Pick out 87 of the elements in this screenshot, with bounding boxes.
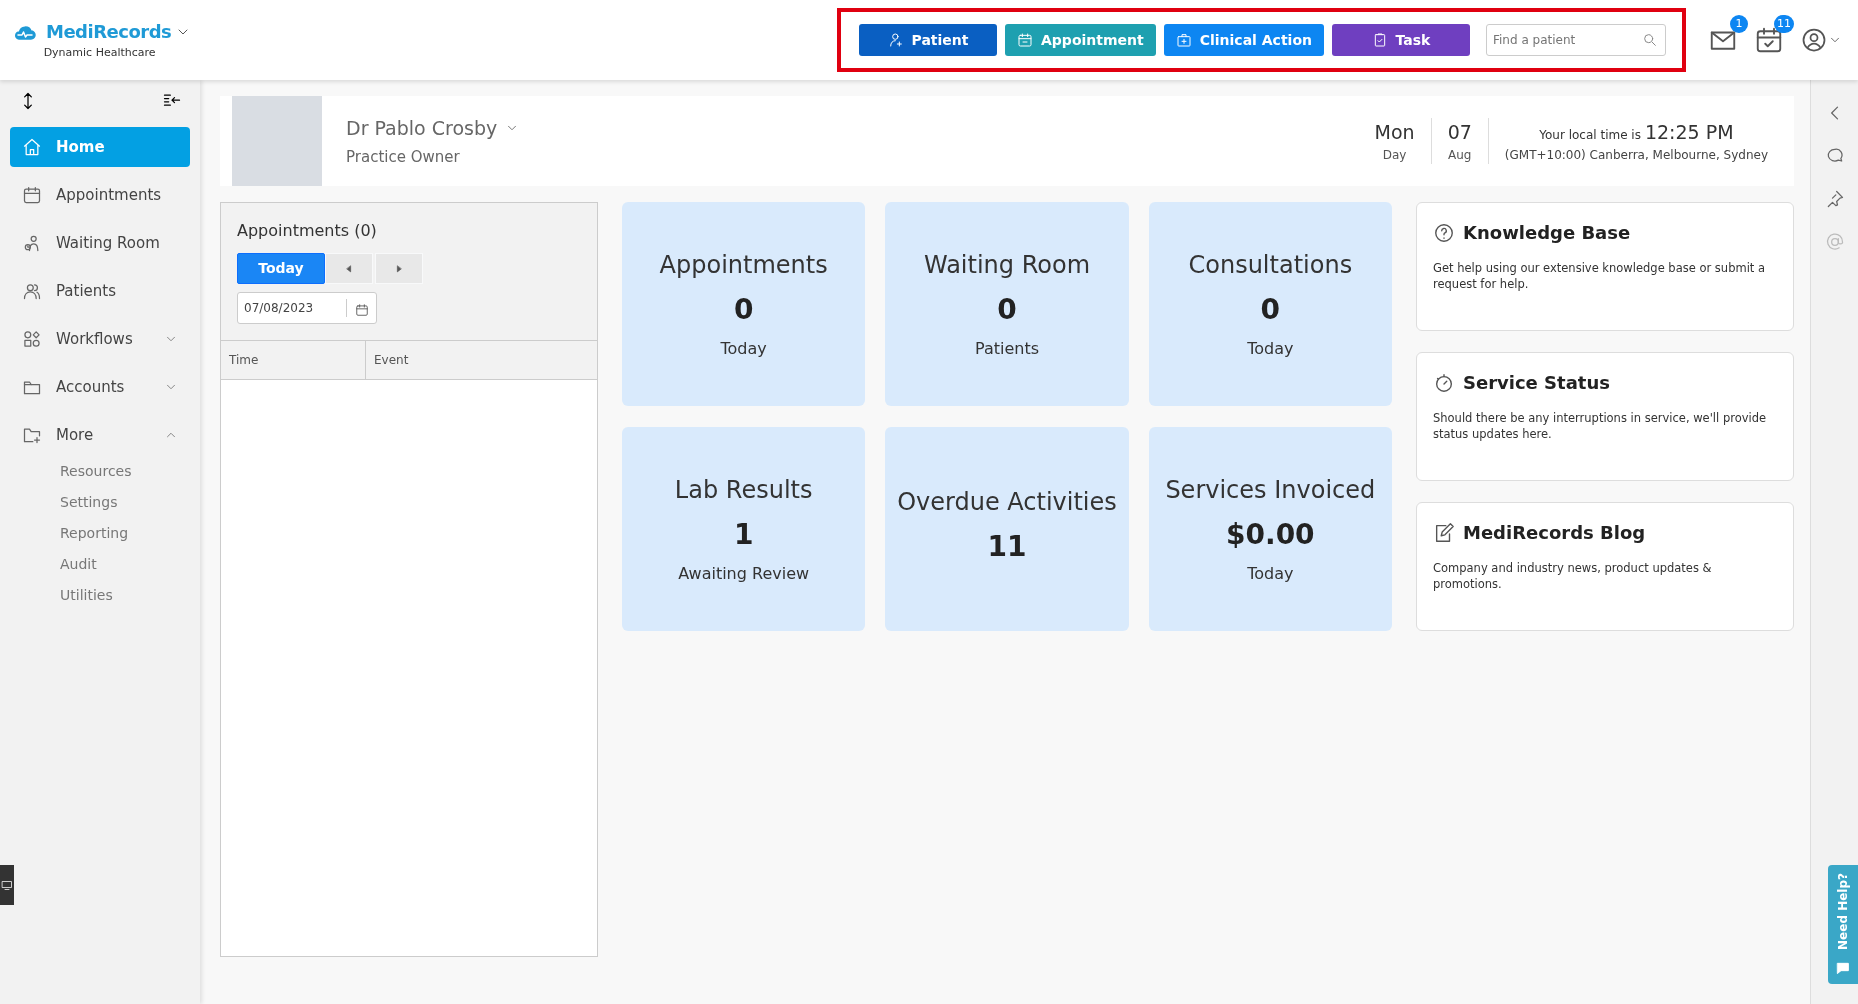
stat-card[interactable]: Overdue Activities 11 bbox=[885, 427, 1129, 631]
date-field[interactable]: 07/08/2023 bbox=[237, 292, 377, 324]
stat-value: 1 bbox=[733, 517, 754, 553]
sidebar-subitem[interactable]: Settings bbox=[10, 488, 118, 517]
note-pencil-icon bbox=[1433, 521, 1455, 544]
card-title: Knowledge Base bbox=[1463, 221, 1631, 245]
card-title: MediRecords Blog bbox=[1463, 521, 1646, 545]
info-card[interactable]: MediRecords Blog Company and industry news, product updates & promotions. bbox=[1416, 502, 1794, 631]
stat-title: Overdue Activities bbox=[897, 487, 1117, 518]
person-plus-icon bbox=[887, 32, 904, 48]
stat-card[interactable]: Consultations 0 Today bbox=[1148, 202, 1392, 406]
date-label: Aug bbox=[1447, 147, 1472, 165]
home-icon bbox=[22, 137, 42, 157]
stat-value: $0.00 bbox=[1226, 517, 1315, 553]
stat-value: 0 bbox=[1260, 292, 1281, 328]
sidebar-item[interactable]: Waiting Room bbox=[10, 223, 190, 263]
stat-title: Services Invoiced bbox=[1165, 475, 1376, 506]
new-task-button[interactable]: Task bbox=[1332, 24, 1470, 56]
side-panel-tab[interactable] bbox=[0, 865, 14, 905]
card-text: Get help using our extensive knowledge base or submit a request for help. bbox=[1433, 260, 1767, 293]
calendar-check-icon bbox=[1754, 25, 1784, 55]
stat-caption: Today bbox=[1247, 338, 1294, 360]
column-header: Event bbox=[373, 352, 410, 369]
sidebar-subitem[interactable]: Resources bbox=[10, 457, 132, 486]
stat-caption: Today bbox=[720, 338, 767, 360]
profile-name-dropdown[interactable]: Dr Pablo Crosby bbox=[346, 113, 520, 142]
sidebar-item[interactable]: Accounts bbox=[10, 367, 190, 407]
panel-title: Appointments (0) bbox=[237, 220, 378, 242]
triangle-right-icon bbox=[394, 264, 404, 274]
card-text: Company and industry news, product updates & promotions. bbox=[1433, 560, 1713, 593]
sidebar-item[interactable]: More bbox=[10, 415, 190, 455]
stat-title: Lab Results bbox=[674, 475, 813, 506]
time-label: Your local time is bbox=[1539, 126, 1641, 144]
sidebar-subitem[interactable]: Reporting bbox=[10, 519, 129, 548]
sidebar-item[interactable]: Patients bbox=[10, 271, 190, 311]
brand-tagline: Dynamic Healthcare bbox=[43, 45, 156, 62]
question-circle-icon bbox=[1433, 221, 1455, 244]
stat-card[interactable]: Appointments 0 Today bbox=[622, 202, 866, 406]
people-icon bbox=[22, 281, 42, 301]
search-field[interactable]: Find a patient bbox=[1486, 24, 1666, 56]
new-patient-button[interactable]: Patient bbox=[859, 24, 997, 56]
column-header: Time bbox=[221, 341, 366, 379]
count-badge: 1 bbox=[1730, 15, 1748, 33]
count-badge: 11 bbox=[1774, 15, 1794, 33]
new-clinical-button[interactable]: Clinical Action bbox=[1163, 24, 1324, 56]
gauge-icon bbox=[1433, 371, 1455, 394]
chat-icon bbox=[1835, 960, 1851, 976]
at-sign-icon bbox=[1824, 232, 1845, 252]
monitor-icon bbox=[1, 879, 13, 891]
stat-title: Consultations bbox=[1188, 250, 1353, 281]
calendar-icon bbox=[355, 303, 369, 317]
profile-role: Practice Owner bbox=[346, 147, 461, 168]
user-menu-button[interactable] bbox=[1800, 26, 1842, 54]
today-button[interactable]: Today bbox=[237, 253, 325, 284]
sidebar-subitem[interactable]: Utilities bbox=[10, 581, 113, 610]
stat-caption: Awaiting Review bbox=[678, 563, 810, 585]
tasks-button[interactable] bbox=[1754, 25, 1784, 55]
triangle-left-icon bbox=[344, 264, 354, 274]
stat-title: Appointments bbox=[659, 250, 828, 281]
card-text: Should there be any interruptions in service, we'll provide status updates here. bbox=[1433, 410, 1768, 443]
date-value: 07 bbox=[1447, 119, 1472, 145]
info-card[interactable]: Knowledge Base Get help using our extensive knowledge base or submit a request for help. bbox=[1416, 202, 1794, 331]
date-value: Mon bbox=[1374, 119, 1415, 145]
stat-value: 0 bbox=[733, 292, 754, 328]
stat-card[interactable]: Waiting Room 0 Patients bbox=[885, 202, 1129, 406]
stat-card[interactable]: Services Invoiced $0.00 Today bbox=[1148, 427, 1392, 631]
date-label: Day bbox=[1381, 147, 1408, 165]
sidebar-item[interactable]: Workflows bbox=[10, 319, 190, 359]
card-title: Service Status bbox=[1463, 371, 1610, 395]
sidebar-subitem[interactable]: Audit bbox=[10, 550, 97, 579]
medical-kit-icon bbox=[1175, 32, 1192, 48]
local-time: 12:25 PM bbox=[1644, 119, 1734, 145]
workflow-icon bbox=[22, 329, 42, 349]
info-card[interactable]: Service Status Should there be any interruptions in service, we'll provide status updates here. bbox=[1416, 352, 1794, 481]
brand-name: MediRecords bbox=[46, 20, 172, 45]
stat-title: Waiting Room bbox=[923, 250, 1091, 281]
calendar-icon bbox=[22, 185, 42, 205]
search-icon bbox=[1642, 32, 1658, 48]
stat-value: 11 bbox=[987, 529, 1027, 565]
sidebar-item[interactable]: Appointments bbox=[10, 175, 190, 215]
stat-card[interactable]: Lab Results 1 Awaiting Review bbox=[622, 427, 866, 631]
stat-value: 0 bbox=[997, 292, 1017, 328]
user-circle-icon bbox=[1800, 26, 1828, 54]
calendar-icon bbox=[1017, 32, 1033, 48]
stat-caption: Today bbox=[1247, 563, 1294, 585]
stat-caption: Patients bbox=[974, 338, 1039, 360]
time-zone: (GMT+10:00) Canberra, Melbourne, Sydney bbox=[1504, 147, 1768, 165]
